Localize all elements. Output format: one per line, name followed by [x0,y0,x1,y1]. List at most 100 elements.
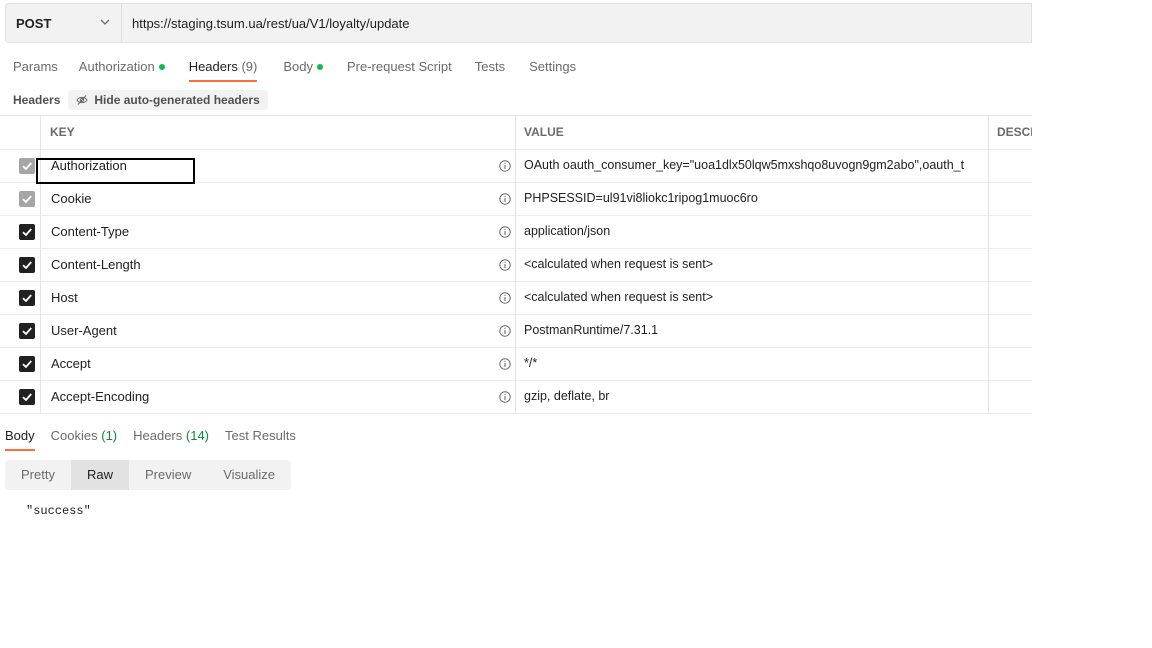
headers-subheader: Headers Hide auto-generated headers [13,90,268,110]
check-icon [22,162,32,171]
info-icon[interactable] [499,391,511,403]
checkbox-cell [0,149,41,182]
tab-params[interactable]: Params [13,58,58,82]
key-cell[interactable]: Host [41,281,516,314]
description-cell[interactable] [989,380,1032,413]
info-icon[interactable] [499,259,511,271]
row-checkbox[interactable] [19,323,35,339]
column-label: DESCR [997,125,1032,139]
response-tab-body[interactable]: Body [5,427,35,451]
tab-tests[interactable]: Tests [475,58,505,82]
tab-authorization[interactable]: Authorization [79,58,165,82]
tab-label: Settings [529,59,577,74]
value-column-header: VALUE [516,116,989,149]
tab-settings[interactable]: Settings [529,58,576,82]
info-icon[interactable] [499,325,511,337]
table-row: Accept-Encoding gzip, deflate, br [0,380,1032,414]
key-cell[interactable]: Content-Type [41,215,516,248]
description-cell[interactable] [989,215,1032,248]
hide-auto-generated-headers-button[interactable]: Hide auto-generated headers [68,90,268,110]
response-tab-headers[interactable]: Headers (14) [133,427,209,451]
info-icon[interactable] [499,193,511,205]
description-cell[interactable] [989,347,1032,380]
view-pretty[interactable]: Pretty [5,460,71,490]
header-key: Content-Length [51,257,141,272]
value-cell[interactable]: <calculated when request is sent> [516,281,989,314]
header-key: Cookie [51,191,92,206]
description-cell[interactable] [989,248,1032,281]
headers-table: KEY VALUE DESCR AuthorizationOAuth oauth… [0,115,1032,421]
key-cell[interactable]: Accept-Encoding [41,380,516,413]
url-bar: POST https://staging.tsum.ua/rest/ua/V1/… [5,3,1032,43]
view-visualize[interactable]: Visualize [207,460,291,490]
check-icon [22,195,32,204]
view-preview[interactable]: Preview [129,460,207,490]
description-cell[interactable] [989,281,1032,314]
key-cell[interactable]: Content-Length [41,248,516,281]
checkbox-cell [0,182,41,215]
header-value: PostmanRuntime/7.31.1 [524,323,659,337]
row-checkbox[interactable] [19,290,35,306]
header-key: Accept [51,356,91,371]
eye-off-icon [76,95,88,105]
key-cell[interactable]: User-Agent [41,314,516,347]
url-text: https://staging.tsum.ua/rest/ua/V1/loyal… [132,15,410,31]
value-cell[interactable]: PostmanRuntime/7.31.1 [516,314,989,347]
row-checkbox[interactable] [19,257,35,273]
key-column-header: KEY [41,116,516,149]
key-cell[interactable]: Accept [41,347,516,380]
response-body[interactable]: "success" [26,504,91,518]
check-icon [22,261,32,270]
description-cell[interactable] [989,182,1032,215]
tab-body[interactable]: Body [283,58,323,82]
check-icon [22,294,32,303]
value-cell[interactable]: OAuth oauth_consumer_key="uoa1dlx50lqw5m… [516,149,989,182]
key-cell[interactable]: Cookie [41,182,516,215]
value-cell[interactable]: <calculated when request is sent> [516,248,989,281]
description-cell[interactable] [989,149,1032,182]
description-column-header: DESCR [989,116,1032,149]
row-checkbox[interactable] [19,389,35,405]
value-cell[interactable]: gzip, deflate, br [516,380,989,413]
value-cell[interactable]: PHPSESSID=ul91vi8liokc1ripog1muoc6ro [516,182,989,215]
header-value: */* [524,356,538,370]
row-checkbox[interactable] [19,158,35,174]
postman-app: POST https://staging.tsum.ua/rest/ua/V1/… [0,0,1032,648]
description-cell[interactable] [989,314,1032,347]
request-tabs: Params Authorization Headers (9) Body Pr… [13,58,576,84]
tab-label: Authorization [78,59,155,74]
info-icon[interactable] [499,358,511,370]
checkbox-cell [0,248,41,281]
header-key: Content-Type [51,224,130,239]
tab-label: Tests [474,59,506,74]
header-value: OAuth oauth_consumer_key="uoa1dlx50lqw5m… [524,158,965,172]
response-tab-cookies[interactable]: Cookies (1) [51,427,117,451]
tab-label: Test Results [225,428,296,443]
row-checkbox[interactable] [19,356,35,372]
info-icon[interactable] [499,160,511,172]
check-icon [22,327,32,336]
checkbox-cell [0,215,41,248]
info-icon[interactable] [499,292,511,304]
tab-count: (1) [101,428,118,443]
table-row: Accept */* [0,347,1032,381]
header-key: User-Agent [51,323,117,338]
checkbox-cell [0,380,41,413]
response-tab-test-results[interactable]: Test Results [225,427,296,451]
tab-headers[interactable]: Headers (9) [188,58,258,82]
method-select[interactable]: POST [5,3,121,43]
tab-count: (9) [241,59,258,74]
check-column-header [0,116,41,149]
row-checkbox[interactable] [19,224,35,240]
value-cell[interactable]: application/json [516,215,989,248]
view-raw[interactable]: Raw [70,460,129,490]
tab-label: Cookies [50,428,98,443]
row-checkbox[interactable] [19,191,35,207]
url-input[interactable]: https://staging.tsum.ua/rest/ua/V1/loyal… [121,3,1032,43]
value-cell[interactable]: */* [516,347,989,380]
tab-count: (14) [185,428,210,443]
tab-pre-request-script[interactable]: Pre-request Script [347,58,452,82]
header-value: PHPSESSID=ul91vi8liokc1ripog1muoc6ro [524,191,758,205]
info-icon[interactable] [499,226,511,238]
table-row: User-Agent PostmanRuntime/7.31.1 [0,314,1032,348]
